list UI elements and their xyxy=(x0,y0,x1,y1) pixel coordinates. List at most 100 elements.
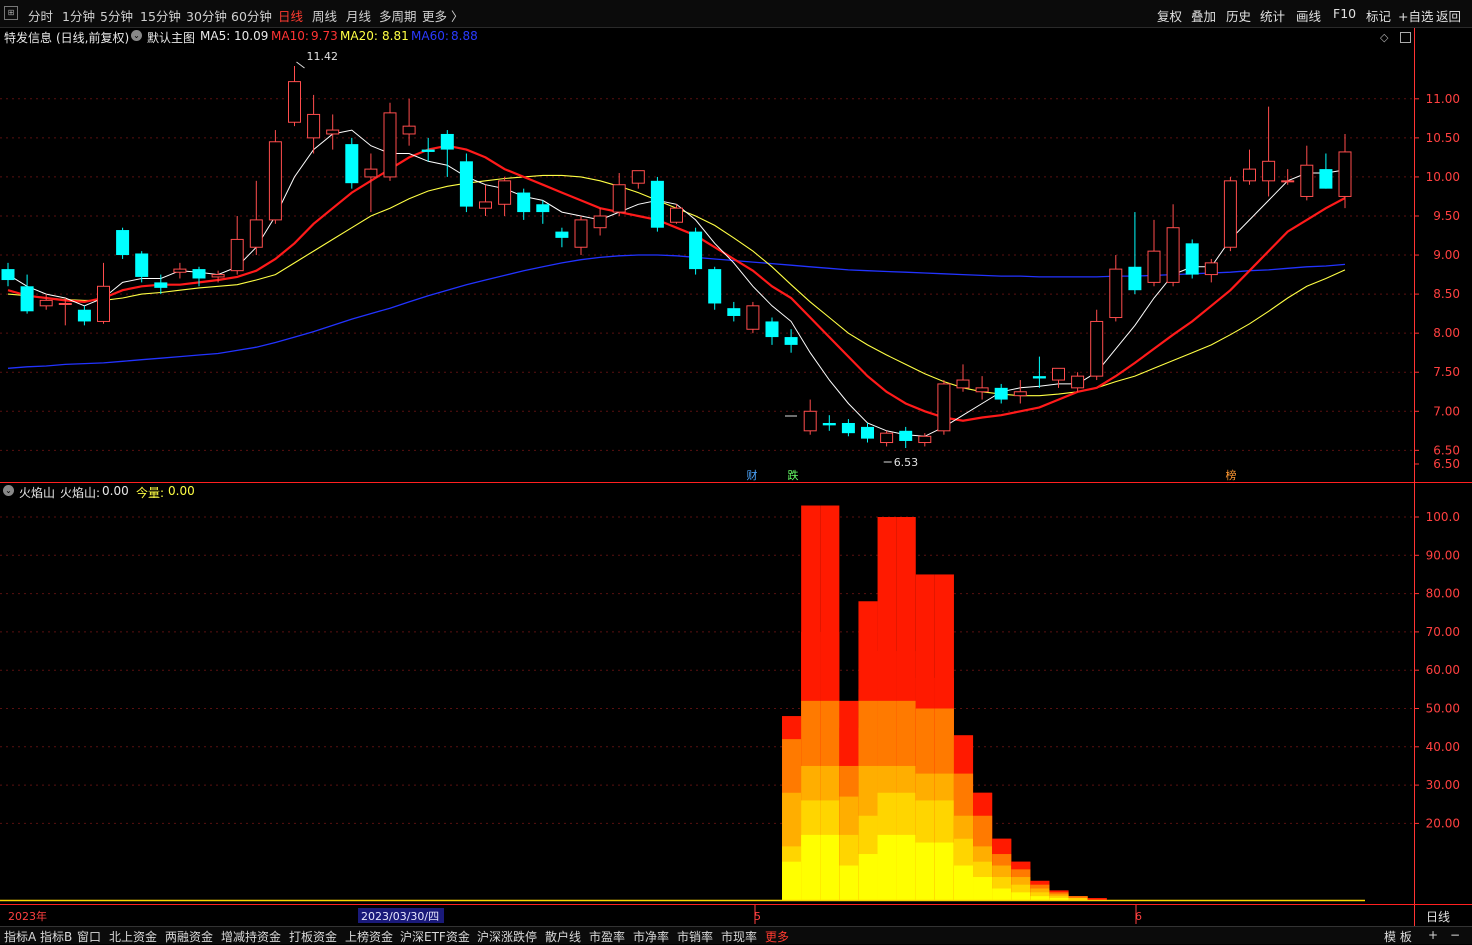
tab-limit-up-fund[interactable]: 打板资金 xyxy=(289,928,337,945)
candle-body-up xyxy=(918,435,932,444)
candle-body-down xyxy=(994,387,1008,400)
volume-tick-label: 70.00 xyxy=(1426,625,1460,639)
tab-northbound[interactable]: 北上资金 xyxy=(109,928,157,945)
candle-body-up xyxy=(1013,391,1027,397)
template-name[interactable]: 默认主图 xyxy=(147,29,195,46)
tab-billboard-fund[interactable]: 上榜资金 xyxy=(345,928,393,945)
candle-body-up xyxy=(39,299,53,307)
ma60-label: MA60: xyxy=(411,29,449,43)
candle-body-down xyxy=(689,231,703,270)
ma5-label: MA5: xyxy=(200,29,231,43)
candle-body-up xyxy=(479,201,492,209)
candle-body-down xyxy=(1319,169,1333,189)
stock-name: 特发信息 xyxy=(4,31,53,45)
price-tick-label: 6.50 xyxy=(1433,457,1460,471)
tab-window[interactable]: 窗口 xyxy=(77,928,101,945)
price-tick-label: 8.00 xyxy=(1433,326,1460,340)
adjust-mode: (日线,前复权) xyxy=(56,31,130,45)
candle-body-up xyxy=(574,219,588,248)
candle-body-down xyxy=(555,231,569,238)
event-marker-bang: 榜 xyxy=(1226,468,1237,482)
candle-body-up xyxy=(1262,160,1276,182)
candle-body-down xyxy=(650,180,664,228)
indicator-name[interactable]: 火焰山 xyxy=(19,484,55,501)
candle-body-up xyxy=(1243,168,1256,182)
zoom-in-button[interactable]: + xyxy=(1428,928,1438,942)
tab-holding-change[interactable]: 增减持资金 xyxy=(221,928,281,945)
flame-bar xyxy=(1011,892,1031,900)
indicator-dropdown-icon[interactable]: ⌄ xyxy=(3,485,14,496)
tab-margin[interactable]: 两融资金 xyxy=(165,928,213,945)
candle-body-up xyxy=(402,125,416,135)
candle-body-up xyxy=(383,112,397,178)
indicator-value-label: 火焰山: xyxy=(60,486,101,500)
today-volume-label: 今量: xyxy=(136,486,165,500)
diamond-icon[interactable]: ◇ xyxy=(1380,31,1388,44)
candle-body-down xyxy=(154,282,168,288)
template-dropdown-icon[interactable]: ⌄ xyxy=(131,30,142,41)
price-tick-label: 8.50 xyxy=(1433,287,1460,301)
tab-indicator-b[interactable]: 指标B xyxy=(40,928,72,945)
flame-bar xyxy=(896,834,916,900)
candle-body-down xyxy=(765,321,779,338)
candle-body-up xyxy=(288,81,301,123)
tab-pe[interactable]: 市盈率 xyxy=(589,928,625,945)
tab-etf-fund[interactable]: 沪深ETF资金 xyxy=(400,928,470,945)
template-button[interactable]: 模 板 xyxy=(1384,928,1412,945)
ma10-value: 9.73 xyxy=(311,29,338,43)
tab-indicator-a[interactable]: 指标A xyxy=(4,928,36,945)
price-tick-label: 9.50 xyxy=(1433,209,1460,223)
candle-body-up xyxy=(803,410,817,432)
event-marker-caibao: 财 xyxy=(747,468,758,482)
candle-body-up xyxy=(364,168,378,178)
flame-bar xyxy=(858,854,878,900)
tab-ps[interactable]: 市销率 xyxy=(677,928,713,945)
candle-body-up xyxy=(211,274,225,278)
flame-bar xyxy=(877,834,897,900)
candle-body-down xyxy=(822,423,836,426)
flame-bar xyxy=(1049,898,1069,900)
zoom-out-button[interactable]: − xyxy=(1450,928,1460,942)
flame-bar xyxy=(953,865,974,900)
ma20-value: 8.81 xyxy=(382,29,409,43)
tab-more[interactable]: 更多 xyxy=(765,928,789,945)
kline-chart[interactable]: 11.00 10.50 10.00 9.50 9.00 8.50 8.00 7.50 7.00 6… xyxy=(0,0,1472,926)
candle-body-up xyxy=(631,170,645,184)
candle-body-up xyxy=(1338,151,1352,197)
candle-body-down xyxy=(727,308,741,316)
candle-body-up xyxy=(1147,250,1161,283)
candle-body-up xyxy=(230,238,244,272)
candle-body-up xyxy=(593,215,607,229)
candle-body-up xyxy=(268,141,282,221)
candle-body-up xyxy=(612,184,626,213)
tab-pb[interactable]: 市净率 xyxy=(633,928,669,945)
indicator-tab-bar: 指标A 指标B 窗口 北上资金 两融资金 增减持资金 打板资金 上榜资金 沪深E… xyxy=(0,926,1472,944)
price-tick-label: 11.00 xyxy=(1426,92,1460,106)
price-tick-label: 10.50 xyxy=(1426,131,1460,145)
tab-pcf[interactable]: 市现率 xyxy=(721,928,757,945)
candle-body-down xyxy=(421,149,435,152)
candle-body-up xyxy=(1300,164,1314,197)
candle-body-down xyxy=(517,192,531,213)
ma20-label: MA20: xyxy=(340,29,378,43)
tab-limit-stats[interactable]: 沪深涨跌停 xyxy=(477,928,537,945)
high-marker-arrow xyxy=(296,61,305,69)
price-tick-label: 9.00 xyxy=(1433,248,1460,262)
candle-body-down xyxy=(1128,266,1142,291)
candle-body-down xyxy=(135,253,149,277)
date-label-may: 5 xyxy=(754,910,761,923)
candle-body-down xyxy=(20,286,34,312)
candle-body-up xyxy=(1223,180,1237,248)
candle-body-up xyxy=(249,219,263,248)
candle-body-down xyxy=(841,423,855,434)
candle-body-down xyxy=(345,144,359,184)
window-icon[interactable] xyxy=(1400,32,1411,43)
candle-body-down xyxy=(861,426,874,439)
candle-body-up xyxy=(1281,180,1295,183)
flame-bar xyxy=(973,877,993,900)
candle-body-down xyxy=(77,309,91,322)
volume-tick-label: 30.00 xyxy=(1426,778,1460,792)
candle-body-down xyxy=(1185,243,1199,275)
tab-retail-line[interactable]: 散户线 xyxy=(545,928,581,945)
ma5-line xyxy=(7,129,1346,437)
